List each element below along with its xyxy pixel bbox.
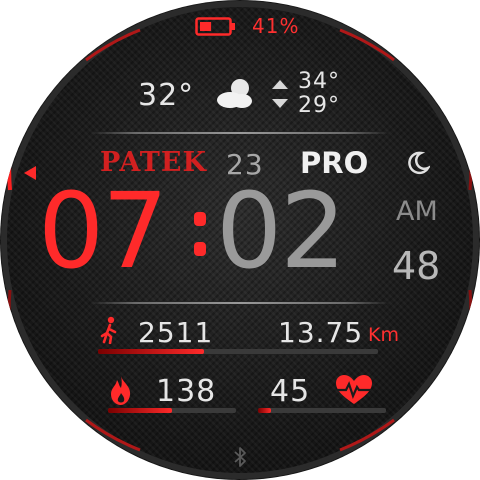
high-low-arrows-icon: [272, 80, 288, 108]
divider-middle: [90, 302, 390, 304]
time-minutes: 02: [216, 170, 346, 292]
time-separator: [194, 212, 208, 262]
steps-progress-track: [98, 349, 378, 354]
battery-percent: 41%: [252, 14, 300, 38]
distance-unit: Km: [368, 324, 399, 346]
battery-icon: [195, 17, 235, 36]
calories-value: 138: [156, 374, 217, 409]
crescent-moon-icon: [408, 151, 430, 175]
calories-progress-fill: [108, 408, 172, 413]
walking-person-icon: [100, 316, 117, 344]
time-seconds: 48: [392, 244, 441, 288]
heart-progress-track: [258, 408, 386, 413]
time-hours: 07: [38, 170, 168, 292]
current-temperature: 32°: [138, 78, 195, 113]
heart-progress-fill: [258, 408, 271, 413]
partly-cloudy-icon: [217, 79, 252, 108]
calories-progress-track: [108, 408, 236, 413]
divider-top: [90, 132, 390, 134]
steps-progress-fill: [98, 349, 205, 354]
watch-face: 41% 32° 34° 29° PATEK 23 PRO 07 02 AM 48…: [0, 0, 480, 480]
left-arrow-icon[interactable]: [22, 164, 38, 182]
temperature-low: 29°: [298, 93, 340, 118]
time-ampm: AM: [396, 196, 438, 227]
flame-icon: [111, 376, 131, 405]
bluetooth-icon: [234, 447, 246, 467]
steps-value: 2511: [138, 316, 214, 349]
heart-rate-value: 45: [270, 374, 311, 409]
temperature-high: 34°: [298, 69, 340, 94]
heart-pulse-icon: [336, 375, 372, 404]
distance-value: 13.75: [278, 316, 364, 349]
